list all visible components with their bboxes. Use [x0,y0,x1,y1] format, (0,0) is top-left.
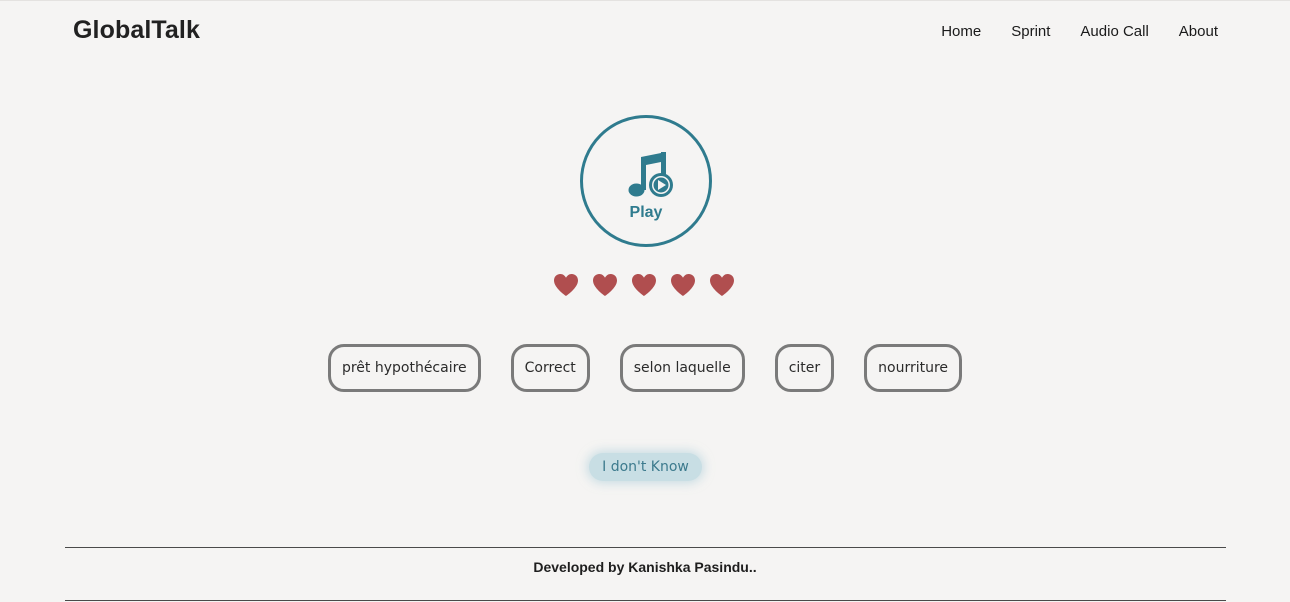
dont-know-button[interactable]: I don't Know [589,453,702,481]
nav-link-about[interactable]: About [1179,23,1218,40]
answer-option-2[interactable]: Correct [510,344,590,392]
nav-link-audio-call[interactable]: Audio Call [1080,23,1148,40]
footer-credit: Developed by Kanishka Pasindu.. [533,559,757,575]
answer-option-3[interactable]: selon laquelle [619,344,745,392]
heart-icon [592,273,618,297]
nav-link-sprint[interactable]: Sprint [1011,23,1050,40]
heart-icon [553,273,579,297]
answer-option-1[interactable]: prêt hypothécaire [327,344,481,392]
answer-option-5[interactable]: nourriture [864,344,963,392]
brand-logo[interactable]: GlobalTalk [73,16,200,45]
nav-link-home[interactable]: Home [941,23,981,40]
heart-icon [631,273,657,297]
lives-indicator [553,273,735,297]
footer-divider-bottom [65,600,1226,601]
answer-option-4[interactable]: citer [774,344,835,392]
footer-divider-top [65,547,1226,548]
play-label: Play [629,204,663,221]
nav-links: Home Sprint Audio Call About [941,23,1218,40]
answer-options: prêt hypothécaire Correct selon laquelle… [0,344,1290,392]
heart-icon [670,273,696,297]
play-audio-button[interactable]: Play [580,115,712,247]
heart-icon [709,273,735,297]
navbar: GlobalTalk Home Sprint Audio Call About [0,0,1290,64]
music-note-play-icon [628,152,673,197]
